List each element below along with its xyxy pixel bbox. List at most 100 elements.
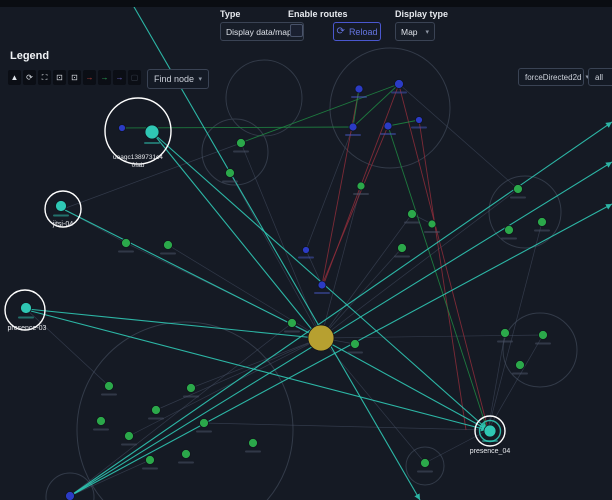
graph-node-green[interactable]: [121, 238, 131, 248]
node-label-smudge: [284, 330, 300, 333]
graph-node-green[interactable]: [248, 438, 258, 448]
graph-node-green[interactable]: [513, 184, 523, 194]
graph-node-teal[interactable]: [20, 302, 32, 314]
graph-node-green[interactable]: [538, 330, 548, 340]
graph-edge: [352, 88, 360, 128]
node-label-smudge: [160, 252, 176, 255]
node-label-smudge: [121, 443, 137, 446]
graph-edge: [398, 83, 519, 190]
layout-select[interactable]: forceDirected2d ▾: [518, 68, 589, 86]
graph-edge: [320, 188, 519, 339]
find-node-label: Find node: [154, 74, 195, 84]
node-label-smudge: [118, 250, 134, 253]
node-label-smudge: [404, 221, 420, 224]
graph-node-green[interactable]: [163, 240, 173, 250]
center-node-2-icon[interactable]: ⊡: [68, 70, 81, 85]
graph-node-green[interactable]: [96, 416, 106, 426]
red-arrow-icon[interactable]: →: [83, 70, 96, 85]
node-label: ueagc1389731c4: [113, 154, 163, 161]
enable-routes-label: Enable routes: [288, 9, 348, 19]
graph-edge: [387, 119, 420, 127]
graph-node-green[interactable]: [515, 360, 525, 370]
graph-node-green[interactable]: [181, 449, 191, 459]
node-label-smudge: [394, 255, 410, 258]
center-node-icon[interactable]: ⊡: [53, 70, 66, 85]
filter-select[interactable]: all: [588, 68, 612, 86]
graph-node-blue[interactable]: [354, 84, 364, 94]
graph-node-blue[interactable]: [415, 116, 423, 124]
graph-node-green[interactable]: [397, 243, 407, 253]
node-label-smudge: [347, 351, 363, 354]
graph-node-yellow[interactable]: [307, 324, 335, 352]
graph-node-green[interactable]: [236, 138, 246, 148]
graph-node-green[interactable]: [104, 381, 114, 391]
graph-edge: [321, 338, 489, 431]
reload-button-label: Reload: [348, 26, 378, 37]
tree-layout-icon[interactable]: ▲: [8, 70, 21, 85]
node-label-smudge: [233, 150, 249, 153]
node-label-smudge: [424, 231, 440, 233]
graph-node-green[interactable]: [151, 405, 161, 415]
node-label-smudge: [391, 91, 407, 94]
graph-node-teal[interactable]: [55, 200, 67, 212]
legend-toolbar: ▲ ⟳ ⛶ ⊡ ⊡ → → → ▢: [8, 70, 141, 85]
node-label-smudge: [142, 467, 158, 470]
graph-node-green[interactable]: [199, 418, 209, 428]
graph-node-green[interactable]: [407, 209, 417, 219]
graph-node-blue[interactable]: [383, 121, 393, 131]
refresh-icon[interactable]: ⟳: [23, 70, 36, 85]
graph-node-green[interactable]: [186, 383, 196, 393]
node-label: presence_04: [470, 448, 511, 455]
node-label-smudge: [101, 393, 117, 396]
graph-edge: [305, 249, 323, 286]
graph-node-green[interactable]: [124, 431, 134, 441]
graph-edge: [167, 244, 322, 339]
graph-node-green[interactable]: [537, 217, 547, 227]
graph-node-blue[interactable]: [65, 491, 75, 500]
graph-node-green[interactable]: [420, 458, 430, 468]
graph-node-green[interactable]: [427, 219, 437, 229]
node-label: presence-03: [8, 325, 47, 332]
graph-edge: [398, 84, 489, 430]
node-label-smudge: [314, 292, 330, 294]
node-label-smudge: [380, 133, 396, 135]
fit-view-icon[interactable]: ⛶: [38, 70, 51, 85]
node-label-smudge: [411, 126, 427, 129]
graph-node-blue[interactable]: [348, 122, 358, 132]
node-label-smudge: [144, 142, 160, 144]
graph-node-blue[interactable]: [394, 79, 404, 89]
pan-mode-icon[interactable]: ▢: [128, 70, 141, 85]
find-node-select[interactable]: Find node ▾: [147, 69, 209, 89]
node-label-smudge: [298, 256, 314, 259]
graph-edge: [62, 142, 242, 210]
graph-node-green[interactable]: [350, 339, 360, 349]
graph-node-teal[interactable]: [144, 124, 160, 140]
node-label-smudge: [196, 430, 212, 433]
graph-node-green[interactable]: [356, 181, 366, 191]
refresh-icon: ⟳: [336, 25, 345, 37]
graph-node-green[interactable]: [145, 455, 155, 465]
node-label-smudge: [510, 196, 526, 199]
enable-routes-checkbox[interactable]: [290, 24, 303, 37]
node-label-smudge: [245, 450, 261, 453]
display-type-dropdown[interactable]: Map ▾: [395, 22, 435, 41]
filter-select-value: all: [595, 72, 604, 82]
graph-node-blue[interactable]: [302, 246, 310, 254]
graph-edge: [424, 429, 489, 464]
node-label-smudge: [178, 461, 194, 464]
graph-edge: [418, 119, 467, 431]
graph-node-teal[interactable]: [483, 424, 497, 438]
graph-node-green[interactable]: [287, 318, 297, 328]
graph-edge: [203, 422, 489, 431]
graph-node-blue[interactable]: [118, 124, 126, 132]
reload-button[interactable]: ⟳ Reload: [333, 22, 381, 41]
graph-node-green[interactable]: [500, 328, 510, 338]
graph-node-blue[interactable]: [317, 280, 327, 290]
green-arrow-icon[interactable]: →: [98, 70, 111, 85]
node-label-smudge: [222, 180, 238, 183]
graph-node-green[interactable]: [504, 225, 514, 235]
purple-arrow-icon[interactable]: →: [113, 70, 126, 85]
graph-node-green[interactable]: [225, 168, 235, 178]
node-label-smudge: [501, 237, 517, 240]
node-label: jitsi-04: [52, 221, 73, 228]
